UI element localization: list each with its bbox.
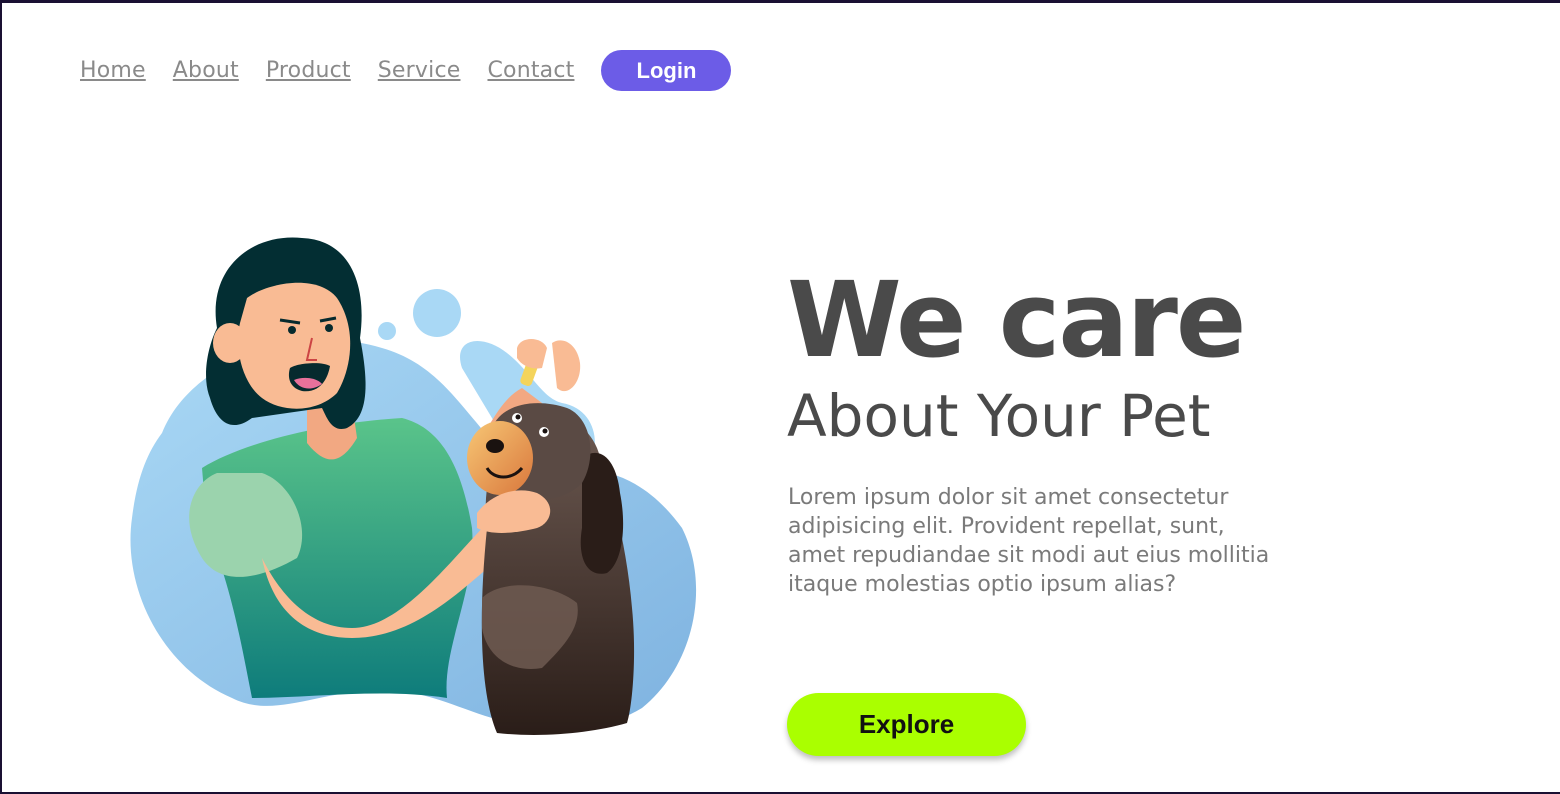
bubble-large	[413, 289, 461, 337]
nav-link-service[interactable]: Service	[378, 58, 461, 83]
nav-link-product[interactable]: Product	[266, 58, 351, 83]
nav-link-contact[interactable]: Contact	[487, 58, 574, 83]
hero-description: Lorem ipsum dolor sit amet consectetur a…	[788, 485, 1270, 597]
explore-button[interactable]: Explore	[787, 693, 1026, 756]
dog-muzzle	[467, 421, 533, 495]
nav-link-home[interactable]: Home	[80, 58, 146, 83]
hero-illustration	[130, 237, 697, 735]
bubble-small	[378, 322, 396, 340]
woman-ear	[213, 323, 247, 363]
login-button[interactable]: Login	[601, 50, 732, 91]
woman-eye-left	[288, 326, 296, 334]
woman-face	[238, 282, 351, 409]
top-nav: Home About Product Service Contact Login	[80, 50, 732, 91]
hero-subtitle: About Your Pet	[787, 382, 1211, 450]
woman-eye-right	[325, 324, 333, 332]
hero-title: We care	[787, 259, 1246, 381]
dog-nose	[486, 439, 504, 453]
nav-link-about[interactable]: About	[173, 58, 239, 83]
